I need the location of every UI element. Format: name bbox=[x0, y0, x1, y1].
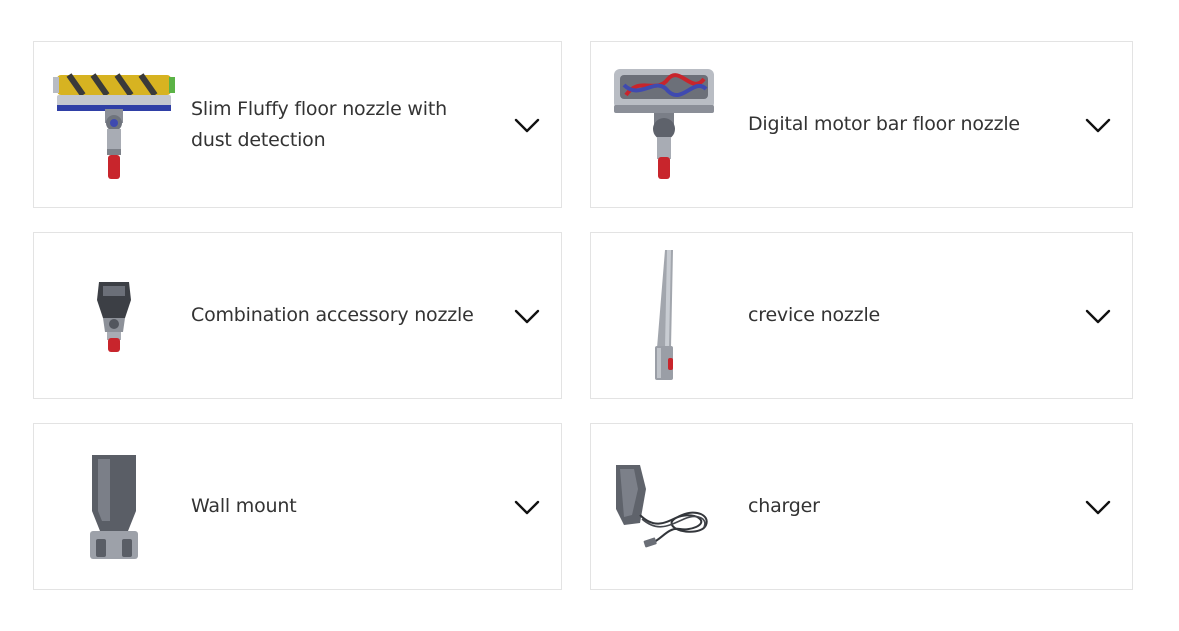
chevron-down-icon[interactable] bbox=[514, 309, 540, 325]
accessory-label: crevice nozzle bbox=[748, 304, 881, 326]
accessory-card-combination[interactable]: Combination accessory nozzle bbox=[33, 232, 562, 399]
motorbar-nozzle-icon bbox=[601, 42, 726, 207]
accessory-label: Slim Fluffy floor nozzle with dust detec… bbox=[191, 97, 447, 151]
accessory-card-slim-fluffy[interactable]: Slim Fluffy floor nozzle with dust detec… bbox=[33, 41, 562, 208]
wall-mount-icon bbox=[44, 424, 184, 589]
accessory-card-motorbar[interactable]: Digital motor bar floor nozzle bbox=[590, 41, 1133, 208]
accessory-label: charger bbox=[748, 495, 820, 517]
charger-icon bbox=[601, 424, 726, 589]
accessory-card-wall-mount[interactable]: Wall mount bbox=[33, 423, 562, 590]
chevron-down-icon[interactable] bbox=[514, 118, 540, 134]
crevice-nozzle-icon bbox=[601, 233, 726, 398]
accessory-label: Combination accessory nozzle bbox=[191, 304, 474, 326]
chevron-down-icon[interactable] bbox=[514, 500, 540, 516]
chevron-down-icon[interactable] bbox=[1085, 309, 1111, 325]
accessory-label: Digital motor bar floor nozzle bbox=[748, 113, 1020, 135]
slim-fluffy-nozzle-icon bbox=[44, 42, 184, 207]
chevron-down-icon[interactable] bbox=[1085, 118, 1111, 134]
combination-nozzle-icon bbox=[44, 233, 184, 398]
accessory-card-charger[interactable]: charger bbox=[590, 423, 1133, 590]
chevron-down-icon[interactable] bbox=[1085, 500, 1111, 516]
accessory-card-crevice[interactable]: crevice nozzle bbox=[590, 232, 1133, 399]
accessory-label: Wall mount bbox=[191, 495, 297, 517]
